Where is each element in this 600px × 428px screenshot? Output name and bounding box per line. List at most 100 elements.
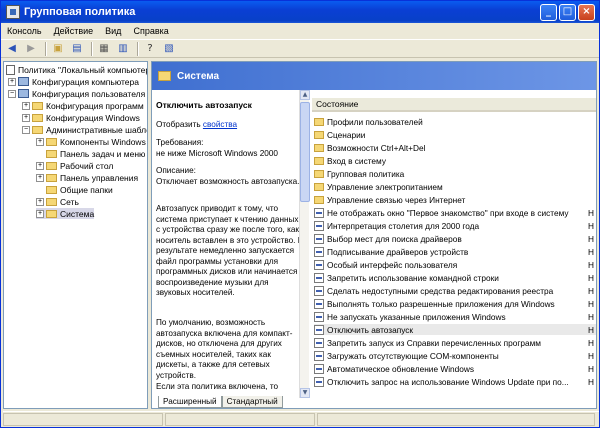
expand-icon[interactable]: +	[22, 101, 30, 110]
list-item-label: Профили пользователей	[327, 116, 423, 127]
list-item-policy[interactable]: Выполнять только разрешенные приложения …	[314, 298, 596, 309]
list-item-policy[interactable]: Выбор мест для поиска драйверов Н	[314, 233, 596, 244]
folder-icon	[32, 125, 43, 134]
policy-setting-icon	[314, 298, 324, 309]
tree-item-control-panel[interactable]: + Панель управления	[36, 172, 138, 183]
list-item-label: Возможности Ctrl+Alt+Del	[327, 142, 426, 153]
list-item-folder[interactable]: Возможности Ctrl+Alt+Del	[314, 142, 596, 153]
tree-item-desktop[interactable]: + Рабочий стол	[36, 160, 113, 171]
expand-icon[interactable]: +	[36, 161, 44, 170]
menu-action[interactable]: Действие	[48, 26, 100, 36]
tree-item-local-policy[interactable]: Политика "Локальный компьютер"	[6, 64, 147, 75]
list-item-folder[interactable]: Вход в систему	[314, 155, 596, 166]
collapse-icon[interactable]: −	[22, 125, 30, 134]
list-item-label: Вход в систему	[327, 155, 386, 166]
tab-standard[interactable]: Стандартный	[221, 396, 283, 408]
tree-item-software-settings[interactable]: + Конфигурация программ	[22, 100, 144, 111]
maximize-button[interactable]: □	[559, 3, 576, 21]
tree-item-network[interactable]: + Сеть	[36, 196, 79, 207]
help-icon[interactable]: ?	[142, 42, 158, 56]
description-scrollbar[interactable]: ▲ ▼	[299, 90, 310, 398]
status-bar	[3, 411, 599, 427]
folder-icon	[32, 101, 43, 110]
list-item-policy[interactable]: Интерпретация столетия для 2000 года Н	[314, 220, 596, 231]
list-item-label: Выбор мест для поиска драйверов	[327, 233, 462, 244]
list-item-label: Запретить запуск из Справки перечисленны…	[327, 337, 542, 348]
list-item-policy[interactable]: Запретить использование командной строки…	[314, 272, 596, 283]
expand-icon[interactable]: +	[8, 77, 16, 86]
folder-icon	[158, 71, 171, 81]
policy-setting-icon	[314, 272, 324, 283]
column-header-state[interactable]: Состояние	[312, 98, 596, 112]
tree-item-windows-components[interactable]: + Компоненты Windows	[36, 136, 146, 147]
list-item-policy[interactable]: Загружать отсутствующие COM-компоненты Н	[314, 350, 596, 361]
tree-item-taskbar-start[interactable]: Панель задач и меню "Пуск"	[46, 148, 147, 159]
properties-link[interactable]: свойства	[203, 120, 237, 129]
policy-setting-icon	[314, 376, 324, 387]
list-item-policy[interactable]: Не отображать окно "Первое знакомство" п…	[314, 207, 596, 218]
tab-extended[interactable]: Расширенный	[158, 396, 222, 408]
description-body-3: Если эта политика включена, то	[156, 382, 279, 391]
view-icon[interactable]: ▧	[161, 42, 177, 56]
policy-setting-icon	[314, 324, 324, 335]
export-icon[interactable]: ▥	[115, 42, 131, 56]
list-item-folder[interactable]: Групповая политика	[314, 168, 596, 179]
scroll-thumb[interactable]	[300, 102, 310, 202]
list-item-state: Н	[588, 363, 594, 374]
list-item-policy[interactable]: Отключить запрос на использование Window…	[314, 376, 596, 387]
list-item-state: Н	[588, 285, 594, 296]
list-item-policy[interactable]: Сделать недоступными средства редактиров…	[314, 285, 596, 296]
tree-item-windows-settings[interactable]: + Конфигурация Windows	[22, 112, 140, 123]
folder-icon	[314, 130, 324, 139]
list-item-folder[interactable]: Сценарии	[314, 129, 596, 140]
up-folder-icon[interactable]: ▣	[50, 42, 66, 56]
list-item-folder[interactable]: Профили пользователей	[314, 116, 596, 127]
title-bar[interactable]: Групповая политика _ □ ×	[1, 1, 599, 23]
tree-item-computer-config[interactable]: + Конфигурация компьютера	[8, 76, 139, 87]
menu-view[interactable]: Вид	[99, 26, 127, 36]
policy-setting-icon	[314, 259, 324, 270]
tree-item-shared-folders[interactable]: Общие папки	[46, 184, 113, 195]
console-tree[interactable]: Политика "Локальный компьютер" + Конфигу…	[3, 61, 148, 409]
list-item-policy[interactable]: Автоматическое обновление Windows Н	[314, 363, 596, 374]
tree-item-system[interactable]: + Система	[36, 208, 95, 219]
close-button[interactable]: ×	[578, 3, 595, 21]
list-item-label: Выполнять только разрешенные приложения …	[327, 298, 555, 309]
show-properties-line: Отобразить свойства	[156, 120, 238, 129]
tree-item-user-config[interactable]: − Конфигурация пользователя	[8, 88, 145, 99]
list-item-policy[interactable]: Запретить запуск из Справки перечисленны…	[314, 337, 596, 348]
expand-icon[interactable]: +	[36, 197, 44, 206]
expand-icon[interactable]: +	[22, 113, 30, 122]
list-item-state: Н	[588, 311, 594, 322]
show-tree-icon[interactable]: ▤	[69, 42, 85, 56]
list-item-folder[interactable]: Управление связью через Интернет	[314, 194, 596, 205]
expand-icon[interactable]: +	[36, 173, 44, 182]
back-icon[interactable]: ◀	[4, 42, 20, 56]
list-item-policy[interactable]: Не запускать указанные приложения Window…	[314, 311, 596, 322]
policy-doc-icon	[6, 64, 15, 75]
list-item-state: Н	[588, 259, 594, 270]
list-item-label: Не запускать указанные приложения Window…	[327, 311, 506, 322]
properties-icon[interactable]: ▦	[96, 42, 112, 56]
tree-item-admin-templates[interactable]: − Административные шаблоны	[22, 124, 147, 135]
collapse-icon[interactable]: −	[8, 89, 16, 98]
policy-setting-icon	[314, 233, 324, 244]
list-item-policy[interactable]: Подписывание драйверов устройств Н	[314, 246, 596, 257]
expand-icon[interactable]: +	[36, 209, 44, 218]
folder-icon	[46, 137, 57, 146]
menu-console[interactable]: Консоль	[1, 26, 48, 36]
view-tabs: Расширенный Стандартный	[152, 396, 312, 408]
list-item-policy[interactable]: Особый интерфейс пользователя Н	[314, 259, 596, 270]
list-item-policy[interactable]: Отключить автозапуск Н	[314, 324, 596, 335]
list-item-folder[interactable]: Управление электропитанием	[314, 181, 596, 192]
policy-description: Отключить автозапуск Отобразить свойства…	[152, 90, 312, 396]
expand-icon[interactable]: +	[36, 137, 44, 146]
menu-help[interactable]: Справка	[127, 26, 174, 36]
list-item-state: Н	[588, 350, 594, 361]
folder-icon	[32, 113, 43, 122]
list-item-state: Н	[588, 337, 594, 348]
forward-icon[interactable]: ▶	[23, 42, 39, 56]
scroll-up-icon[interactable]: ▲	[300, 90, 310, 100]
folder-icon	[46, 161, 57, 170]
minimize-button[interactable]: _	[540, 3, 557, 21]
